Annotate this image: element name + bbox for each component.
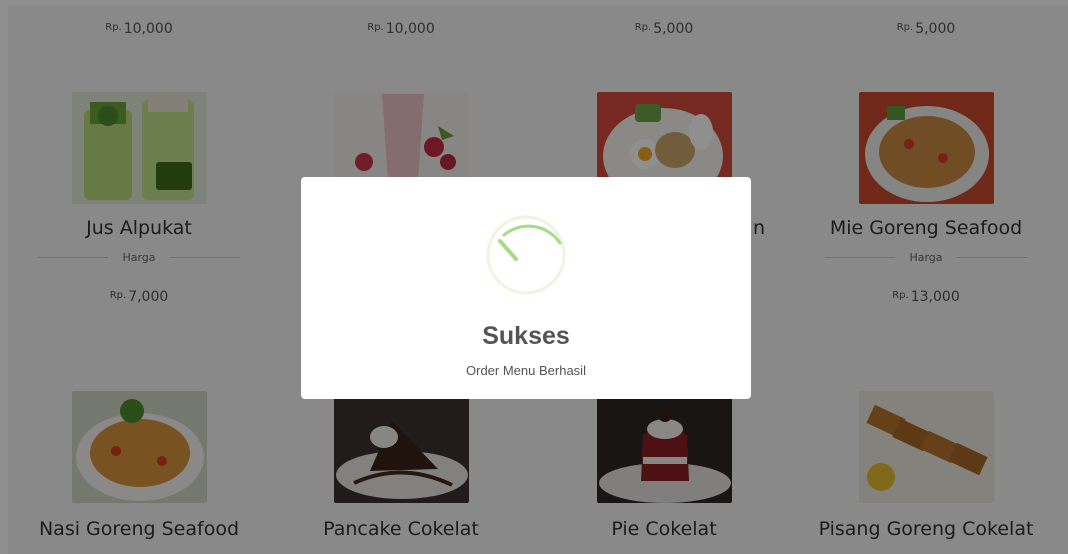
success-spinner-icon [486,215,566,295]
dialog-message: Order Menu Berhasil [466,363,586,378]
success-dialog: Sukses Order Menu Berhasil [301,177,751,399]
dialog-title: Sukses [482,322,570,350]
